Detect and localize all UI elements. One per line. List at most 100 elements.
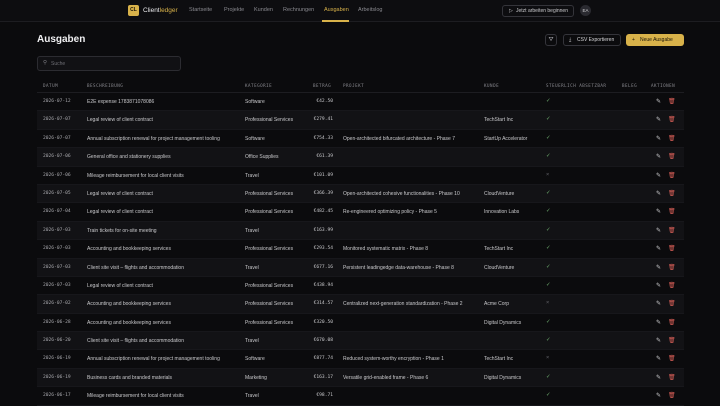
trash-icon[interactable]: 🗑 [668,190,676,197]
table-row[interactable]: 2026-06-19 Annual subscription renewal fo… [37,350,684,369]
trash-icon[interactable]: 🗑 [668,153,676,160]
cell-description: Client site visit – flights and accommod… [87,264,184,271]
csv-export-label: CSV Exportieren [577,37,615,43]
edit-icon[interactable]: ✎ [656,392,661,399]
edit-icon[interactable]: ✎ [656,98,661,105]
download-icon: ⤓ [569,37,572,43]
cell-amount: €438.94 [313,282,333,288]
edit-icon[interactable]: ✎ [656,282,661,289]
table-row[interactable]: 2026-06-17 Mileage reimbursement for loca… [37,387,684,406]
search-input[interactable] [51,60,176,68]
cell-category: Professional Services [245,282,294,289]
cell-category: Travel [245,393,259,400]
column-header-date[interactable]: DATUM [43,83,58,88]
column-header-project[interactable]: PROJEKT [343,83,364,88]
brand-main: Client [143,7,160,14]
column-header-client[interactable]: KUNDE [484,83,499,88]
csv-export-button[interactable]: ⤓ CSV Exportieren [563,34,621,46]
edit-icon[interactable]: ✎ [656,153,661,160]
edit-icon[interactable]: ✎ [656,337,661,344]
trash-icon[interactable]: 🗑 [668,208,676,215]
edit-icon[interactable]: ✎ [656,319,661,326]
table-row[interactable]: 2026-06-19 Business cards and branded mat… [37,368,684,388]
table-row[interactable]: 2026-07-03 Accounting and bookkeeping ser… [37,240,684,259]
table-row[interactable]: 2026-07-02 Accounting and bookkeeping ser… [37,295,684,314]
trash-icon[interactable]: 🗑 [668,116,676,123]
cell-category: Professional Services [245,246,294,253]
cell-date: 2026-07-06 [43,154,71,160]
trash-icon[interactable]: 🗑 [668,355,676,362]
column-header-description[interactable]: BESCHREIBUNG [87,83,123,88]
column-header-amount[interactable]: BETRAG [313,83,331,88]
table-body: 2026-07-12 E2E expense 1783871078086 Softw… [37,93,684,406]
check-icon: ✓ [546,134,551,141]
cell-amount: €320.50 [313,319,333,325]
cell-description: Accounting and bookkeeping services [87,301,171,308]
nav-rechnungen[interactable]: Rechnungen [283,7,314,13]
trash-icon[interactable]: 🗑 [668,374,676,381]
edit-icon[interactable]: ✎ [656,208,661,215]
table-row[interactable]: 2026-07-03 Legal review of client contrac… [37,277,684,296]
edit-icon[interactable]: ✎ [656,355,661,362]
trash-icon[interactable]: 🗑 [668,135,676,142]
column-header-actions: AKTIONEN [651,83,676,88]
edit-icon[interactable]: ✎ [656,245,661,252]
cell-amount: €677.16 [313,264,333,270]
trash-icon[interactable]: 🗑 [668,245,676,252]
user-avatar[interactable]: EA [580,5,591,16]
edit-icon[interactable]: ✎ [656,172,661,179]
table-row[interactable]: 2026-07-03 Train tickets for on-site meet… [37,221,684,241]
edit-icon[interactable]: ✎ [656,190,661,197]
table-row[interactable]: 2026-06-28 Accounting and bookkeeping ser… [37,314,684,333]
trash-icon[interactable]: 🗑 [668,227,676,234]
filter-icon: ⛛ [548,37,554,43]
edit-icon[interactable]: ✎ [656,227,661,234]
table-row[interactable]: 2026-07-12 E2E expense 1783871078086 Softw… [37,93,684,112]
cell-client: CloudVenture [484,264,515,271]
edit-icon[interactable]: ✎ [656,135,661,142]
nav-startseite[interactable]: Startseite [189,7,212,13]
new-expense-button[interactable]: + Neue Ausgabe [626,34,684,46]
table-row[interactable]: 2026-07-05 Legal review of client contrac… [37,184,684,204]
cell-description: Client site visit – flights and accommod… [87,338,184,345]
edit-icon[interactable]: ✎ [656,300,661,307]
trash-icon[interactable]: 🗑 [668,300,676,307]
trash-icon[interactable]: 🗑 [668,392,676,399]
cross-icon: × [546,355,550,362]
check-icon: ✓ [546,226,551,233]
table-row[interactable]: 2026-07-07 Legal review of client contrac… [37,111,684,130]
app-logo[interactable]: CL [128,5,139,16]
app-brand[interactable]: Clientledger [143,7,178,14]
trash-icon[interactable]: 🗑 [668,319,676,326]
column-header-category[interactable]: KATEGORIE [245,83,272,88]
column-header-receipt[interactable]: BELEG [622,83,637,88]
cell-category: Professional Services [245,209,294,216]
edit-icon[interactable]: ✎ [656,374,661,381]
cell-date: 2026-06-19 [43,374,71,380]
nav-arbeitslog[interactable]: Arbeitslog [358,7,382,13]
cell-category: Software [245,135,265,142]
table-row[interactable]: 2026-06-20 Client site visit – flights an… [37,332,684,351]
trash-icon[interactable]: 🗑 [668,337,676,344]
edit-icon[interactable]: ✎ [656,264,661,271]
table-row[interactable]: 2026-07-03 Client site visit – flights an… [37,258,684,277]
table-row[interactable]: 2026-07-07 Annual subscription renewal fo… [37,130,684,149]
trash-icon[interactable]: 🗑 [668,98,676,105]
cell-description: General office and stationery supplies [87,154,171,161]
edit-icon[interactable]: ✎ [656,116,661,123]
trash-icon[interactable]: 🗑 [668,172,676,179]
trash-icon[interactable]: 🗑 [668,282,676,289]
nav-kunden[interactable]: Kunden [254,7,273,13]
nav-projekte[interactable]: Projekte [224,7,244,13]
cell-category: Software [245,99,265,105]
nav-ausgaben[interactable]: Ausgaben [324,7,349,13]
table-row[interactable]: 2026-07-06 Mileage reimbursement for loca… [37,167,684,185]
check-icon: ✓ [546,373,551,380]
cell-amount: €314.57 [313,301,333,307]
filter-button[interactable]: ⛛ [545,34,557,46]
trash-icon[interactable]: 🗑 [668,264,676,271]
table-row[interactable]: 2026-07-04 Legal review of client contrac… [37,203,684,222]
column-header-deductible[interactable]: STEUERLICH ABSETZBAR [546,83,606,88]
table-row[interactable]: 2026-07-06 General office and stationery … [37,148,684,167]
start-work-button[interactable]: ▷ Jetzt arbeiten beginnen [502,5,574,17]
